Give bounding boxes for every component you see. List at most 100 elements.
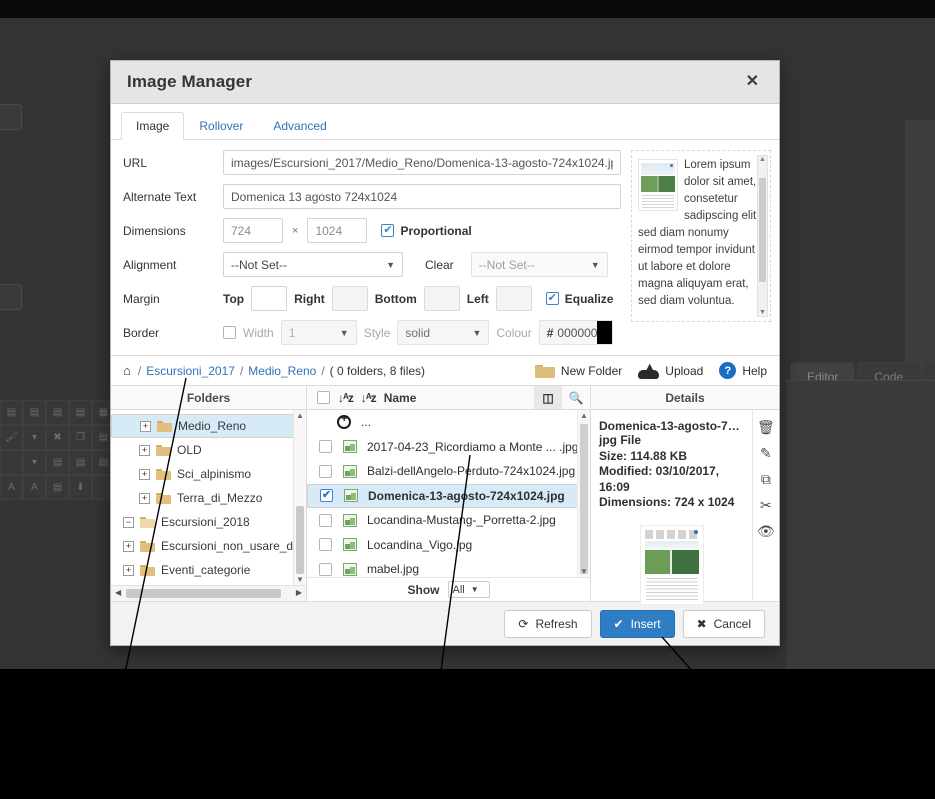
tab-advanced[interactable]: Advanced: [258, 112, 341, 140]
expand-toggle-icon[interactable]: +: [139, 492, 150, 504]
scroll-down-icon[interactable]: ▼: [578, 567, 590, 576]
select-all-checkbox[interactable]: [317, 391, 330, 404]
tree-item-eventi-categorie[interactable]: + Eventi_categorie: [111, 558, 306, 582]
background-color-icon[interactable]: A: [23, 475, 46, 500]
margin-right-input[interactable]: [331, 286, 368, 311]
chevron-down-icon[interactable]: ▾: [23, 425, 46, 450]
background-left-button-2[interactable]: [0, 284, 22, 310]
table-row[interactable]: Balzi-dellAngelo-Perduto-724x1024.jpg: [307, 459, 590, 484]
align-right-icon[interactable]: ▤: [69, 400, 92, 425]
scroll-up-icon[interactable]: ▲: [294, 411, 306, 420]
insert-button[interactable]: ✔ Insert: [599, 609, 675, 638]
close-icon[interactable]: ✕: [742, 72, 763, 92]
highlight-icon[interactable]: 🖌: [0, 425, 23, 450]
colour-swatch[interactable]: [597, 321, 612, 344]
align-left-icon[interactable]: ▤: [46, 400, 69, 425]
file-checkbox[interactable]: [320, 489, 333, 503]
cut-icon[interactable]: ✂: [760, 498, 772, 512]
show-filter-select[interactable]: All ▼: [447, 581, 490, 598]
tree-item-old[interactable]: + OLD: [111, 438, 306, 462]
border-width-select[interactable]: 1 ▼: [280, 320, 357, 345]
file-list-scrollbar[interactable]: ▲ ▼: [577, 410, 590, 577]
tab-image[interactable]: Image: [121, 112, 185, 140]
scroll-left-icon[interactable]: ◀: [115, 588, 121, 597]
expand-toggle-icon[interactable]: +: [123, 540, 134, 552]
expand-toggle-icon[interactable]: +: [139, 444, 150, 456]
scroll-down-icon[interactable]: ▼: [758, 309, 767, 316]
border-checkbox[interactable]: [223, 326, 236, 339]
collapse-toggle-icon[interactable]: −: [123, 516, 134, 528]
remove-format-icon[interactable]: ✖: [46, 425, 69, 450]
table-row-selected[interactable]: Domenica-13-agosto-724x1024.jpg: [307, 483, 590, 508]
tab-rollover[interactable]: Rollover: [184, 112, 258, 140]
list-item-parent-folder[interactable]: ...: [307, 410, 590, 435]
notes-icon[interactable]: ▤: [46, 475, 69, 500]
scrollbar-thumb[interactable]: [296, 506, 304, 574]
scroll-down-icon[interactable]: ▼: [294, 575, 306, 584]
upload-button[interactable]: Upload: [638, 361, 703, 379]
file-checkbox[interactable]: [319, 513, 332, 527]
table-row[interactable]: Locandina-Mustang-_Porretta-2.jpg: [307, 508, 590, 533]
split-view-icon[interactable]: ◫: [534, 386, 562, 409]
sort-za-icon[interactable]: ↓ᴬz: [361, 391, 377, 405]
preview-scrollbar[interactable]: ▲ ▼: [757, 155, 768, 317]
scroll-right-icon[interactable]: ▶: [296, 588, 302, 597]
redo-icon[interactable]: ▾: [23, 450, 46, 475]
margin-bottom-input[interactable]: [423, 286, 460, 311]
trash-icon[interactable]: 🗑: [757, 420, 775, 434]
alignment-select[interactable]: --Not Set-- ▼: [223, 252, 403, 277]
font-color-icon[interactable]: A: [0, 475, 23, 500]
folder-tree-scrollbar[interactable]: ▲ ▼: [293, 410, 306, 585]
width-input[interactable]: [223, 218, 283, 243]
tree-item-escursioni-non-usare[interactable]: + Escursioni_non_usare_d: [111, 534, 306, 558]
file-checkbox[interactable]: [319, 464, 332, 478]
margin-top-input[interactable]: [251, 286, 288, 311]
scrollbar-thumb[interactable]: [580, 424, 588, 574]
scrollbar-thumb[interactable]: [126, 589, 281, 598]
folder-tree-hscrollbar[interactable]: ◀ ▶: [111, 585, 306, 601]
file-checkbox[interactable]: [319, 562, 332, 576]
refresh-button[interactable]: ⟳ Refresh: [504, 609, 592, 638]
scroll-up-icon[interactable]: ▲: [758, 156, 767, 163]
expand-toggle-icon[interactable]: +: [123, 564, 134, 576]
expand-toggle-icon[interactable]: +: [139, 468, 150, 480]
tree-item-medio-reno[interactable]: + Medio_Reno: [111, 414, 306, 438]
breadcrumb-item-escursioni-2017[interactable]: Escursioni_2017: [146, 364, 235, 378]
file-checkbox[interactable]: [319, 538, 332, 552]
proportional-checkbox[interactable]: [381, 224, 395, 237]
border-colour-field[interactable]: # 000000: [538, 320, 613, 345]
tree-item-sci-alpinismo[interactable]: + Sci_alpinismo: [111, 462, 306, 486]
undo-icon[interactable]: [0, 450, 23, 475]
url-input[interactable]: [223, 150, 621, 175]
copy-icon[interactable]: ⧉: [761, 472, 771, 486]
table-row[interactable]: 2017-04-23_Ricordiamo a Monte ... .jpg: [307, 435, 590, 460]
help-button[interactable]: ? Help: [719, 362, 767, 379]
sort-az-icon[interactable]: ↓ᴬz: [338, 391, 354, 405]
file-checkbox[interactable]: [319, 440, 332, 454]
search-icon[interactable]: 🔍: [562, 386, 590, 409]
tree-item-escursioni-2018[interactable]: − Escursioni_2018: [111, 510, 306, 534]
tree-item-terra-di-mezzo[interactable]: + Terra_di_Mezzo: [111, 486, 306, 510]
alt-text-input[interactable]: [223, 184, 621, 209]
scroll-up-icon[interactable]: ▲: [578, 411, 590, 420]
paste-icon[interactable]: ❐: [69, 425, 92, 450]
clear-select[interactable]: --Not Set-- ▼: [470, 252, 608, 277]
background-left-button-1[interactable]: [0, 104, 22, 130]
margin-left-input[interactable]: [495, 286, 532, 311]
breadcrumb-item-medio-reno[interactable]: Medio_Reno: [248, 364, 316, 378]
border-style-select[interactable]: solid ▼: [397, 320, 490, 345]
align-justify-icon[interactable]: ▤: [0, 400, 23, 425]
preview-eye-icon[interactable]: 👁: [757, 524, 775, 538]
equalize-checkbox[interactable]: [545, 292, 559, 305]
home-icon[interactable]: ⌂: [123, 363, 133, 378]
cancel-button[interactable]: ✖ Cancel: [682, 609, 765, 638]
new-folder-button[interactable]: New Folder: [534, 363, 622, 378]
height-input[interactable]: [307, 218, 368, 243]
table-row[interactable]: mabel.jpg: [307, 557, 590, 577]
align-center-icon[interactable]: ▤: [23, 400, 46, 425]
scrollbar-thumb[interactable]: [759, 178, 766, 282]
indent-icon[interactable]: ▤: [46, 450, 69, 475]
expand-toggle-icon[interactable]: +: [140, 420, 151, 432]
download-icon[interactable]: ⬇: [69, 475, 92, 500]
outdent-icon[interactable]: ▤: [69, 450, 92, 475]
